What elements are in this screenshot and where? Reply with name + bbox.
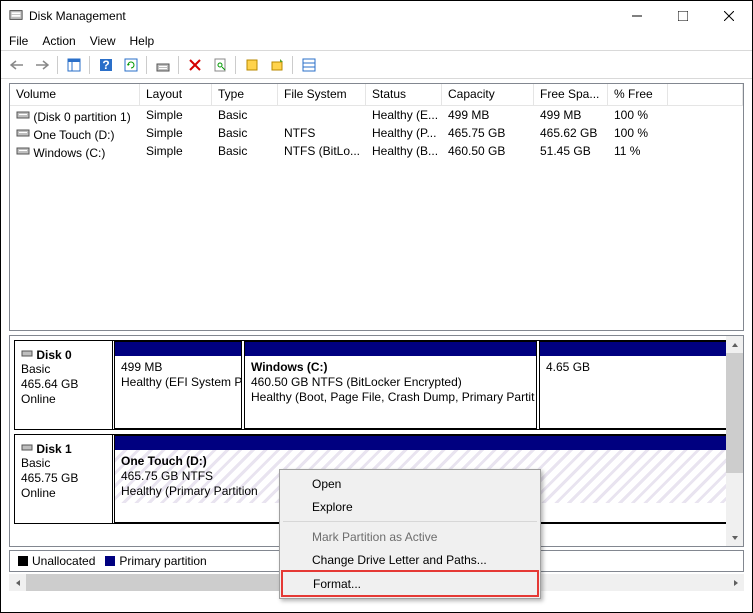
vertical-scrollbar[interactable] xyxy=(726,336,743,546)
menu-separator xyxy=(283,521,537,522)
menu-item-open[interactable]: Open xyxy=(282,472,538,495)
properties-button[interactable] xyxy=(208,54,231,76)
toolbar-separator xyxy=(146,56,147,74)
partition-header xyxy=(115,436,736,450)
menu-file[interactable]: File xyxy=(9,34,28,48)
toolbar-separator xyxy=(178,56,179,74)
disk-label[interactable]: Disk 0 Basic 465.64 GB Online xyxy=(15,341,113,429)
context-menu: Open Explore Mark Partition as Active Ch… xyxy=(279,469,541,599)
partition[interactable]: 499 MB Healthy (EFI System Par xyxy=(114,341,242,429)
menu-item-change-letter[interactable]: Change Drive Letter and Paths... xyxy=(282,548,538,571)
col-extra[interactable] xyxy=(668,84,743,105)
toolbar-separator xyxy=(292,56,293,74)
show-hide-tree-button[interactable] xyxy=(62,54,85,76)
maximize-button[interactable] xyxy=(660,1,706,31)
col-layout[interactable]: Layout xyxy=(140,84,212,105)
menu-item-explore[interactable]: Explore xyxy=(282,495,538,518)
scroll-down-button[interactable] xyxy=(726,529,743,546)
back-button[interactable] xyxy=(5,54,28,76)
delete-button[interactable] xyxy=(183,54,206,76)
partition[interactable]: Windows (C:) 460.50 GB NTFS (BitLocker E… xyxy=(244,341,537,429)
disk-icon xyxy=(21,348,33,362)
settings-button[interactable] xyxy=(151,54,174,76)
refresh-button[interactable] xyxy=(119,54,142,76)
menu-help[interactable]: Help xyxy=(130,34,155,48)
legend-unallocated: Unallocated xyxy=(32,554,95,568)
col-filesystem[interactable]: File System xyxy=(278,84,366,105)
col-status[interactable]: Status xyxy=(366,84,442,105)
disk-row[interactable]: Disk 0 Basic 465.64 GB Online 499 MB Hea… xyxy=(14,340,739,430)
volume-name: Windows (C:) xyxy=(33,146,105,160)
unallocated-swatch xyxy=(18,556,28,566)
toolbar-separator xyxy=(57,56,58,74)
disk-name: Disk 0 xyxy=(36,348,71,362)
drive-icon xyxy=(16,107,30,124)
partition[interactable]: 4.65 GB xyxy=(539,341,737,429)
scroll-track[interactable] xyxy=(726,353,743,529)
volume-name: One Touch (D:) xyxy=(33,128,114,142)
toolbar-separator xyxy=(89,56,90,74)
volume-list[interactable]: Volume Layout Type File System Status Ca… xyxy=(9,83,744,331)
partition-title: One Touch (D:) xyxy=(121,454,207,468)
window-title: Disk Management xyxy=(29,9,126,23)
title-bar: Disk Management xyxy=(1,1,752,31)
scroll-right-button[interactable] xyxy=(727,574,744,591)
toolbar: ? xyxy=(1,51,752,79)
menu-item-format[interactable]: Format... xyxy=(283,572,537,595)
col-type[interactable]: Type xyxy=(212,84,278,105)
volume-row[interactable]: Windows (C:) Simple Basic NTFS (BitLo...… xyxy=(10,142,743,160)
legend-primary: Primary partition xyxy=(119,554,206,568)
partition-header xyxy=(115,342,241,356)
menu-bar: File Action View Help xyxy=(1,31,752,51)
volume-row[interactable]: (Disk 0 partition 1) Simple Basic Health… xyxy=(10,106,743,124)
minimize-button[interactable] xyxy=(614,1,660,31)
menu-action[interactable]: Action xyxy=(42,34,75,48)
partition-title: Windows (C:) xyxy=(251,360,328,374)
list-view-button[interactable] xyxy=(297,54,320,76)
scroll-left-button[interactable] xyxy=(9,574,26,591)
app-icon xyxy=(9,8,23,25)
col-pctfree[interactable]: % Free xyxy=(608,84,668,105)
menu-item-mark-active: Mark Partition as Active xyxy=(282,525,538,548)
volume-list-header: Volume Layout Type File System Status Ca… xyxy=(10,84,743,106)
col-capacity[interactable]: Capacity xyxy=(442,84,534,105)
disk-icon xyxy=(21,442,33,456)
forward-button[interactable] xyxy=(30,54,53,76)
help-button[interactable]: ? xyxy=(94,54,117,76)
toolbar-separator xyxy=(235,56,236,74)
drive-icon xyxy=(16,125,30,142)
action-button-2[interactable] xyxy=(265,54,288,76)
volume-row[interactable]: One Touch (D:) Simple Basic NTFS Healthy… xyxy=(10,124,743,142)
col-volume[interactable]: Volume xyxy=(10,84,140,105)
scroll-thumb[interactable] xyxy=(726,353,743,473)
partition-header xyxy=(245,342,536,356)
drive-icon xyxy=(16,143,30,160)
svg-text:?: ? xyxy=(102,58,109,72)
disk-label[interactable]: Disk 1 Basic 465.75 GB Online xyxy=(15,435,113,523)
primary-swatch xyxy=(105,556,115,566)
menu-view[interactable]: View xyxy=(90,34,116,48)
volume-name: (Disk 0 partition 1) xyxy=(33,110,130,124)
scroll-up-button[interactable] xyxy=(726,336,743,353)
close-button[interactable] xyxy=(706,1,752,31)
col-free[interactable]: Free Spa... xyxy=(534,84,608,105)
action-button-1[interactable] xyxy=(240,54,263,76)
partition-header xyxy=(540,342,736,356)
disk-name: Disk 1 xyxy=(36,442,71,456)
